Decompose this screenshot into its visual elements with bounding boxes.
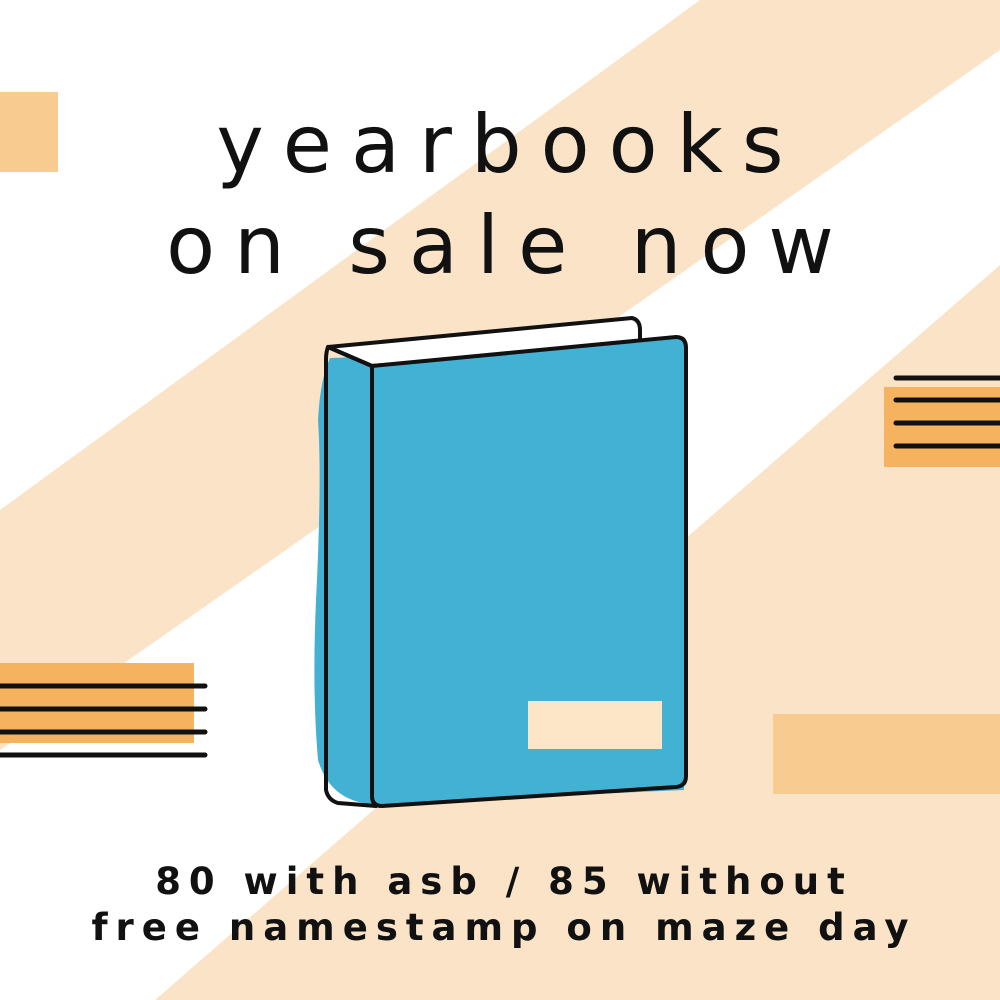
striped-bar-right	[884, 375, 1000, 467]
price-line: 80 with asb / 85 without	[155, 860, 853, 903]
orange-block-bottom-right	[773, 714, 1000, 794]
book-cover-label	[528, 701, 662, 749]
promo-line: free namestamp on maze day	[91, 906, 917, 949]
book-icon	[314, 316, 688, 808]
headline-line-1: yearbooks	[216, 98, 803, 191]
striped-bar-left	[0, 663, 208, 758]
headline-line-2: on sale now	[166, 199, 853, 292]
